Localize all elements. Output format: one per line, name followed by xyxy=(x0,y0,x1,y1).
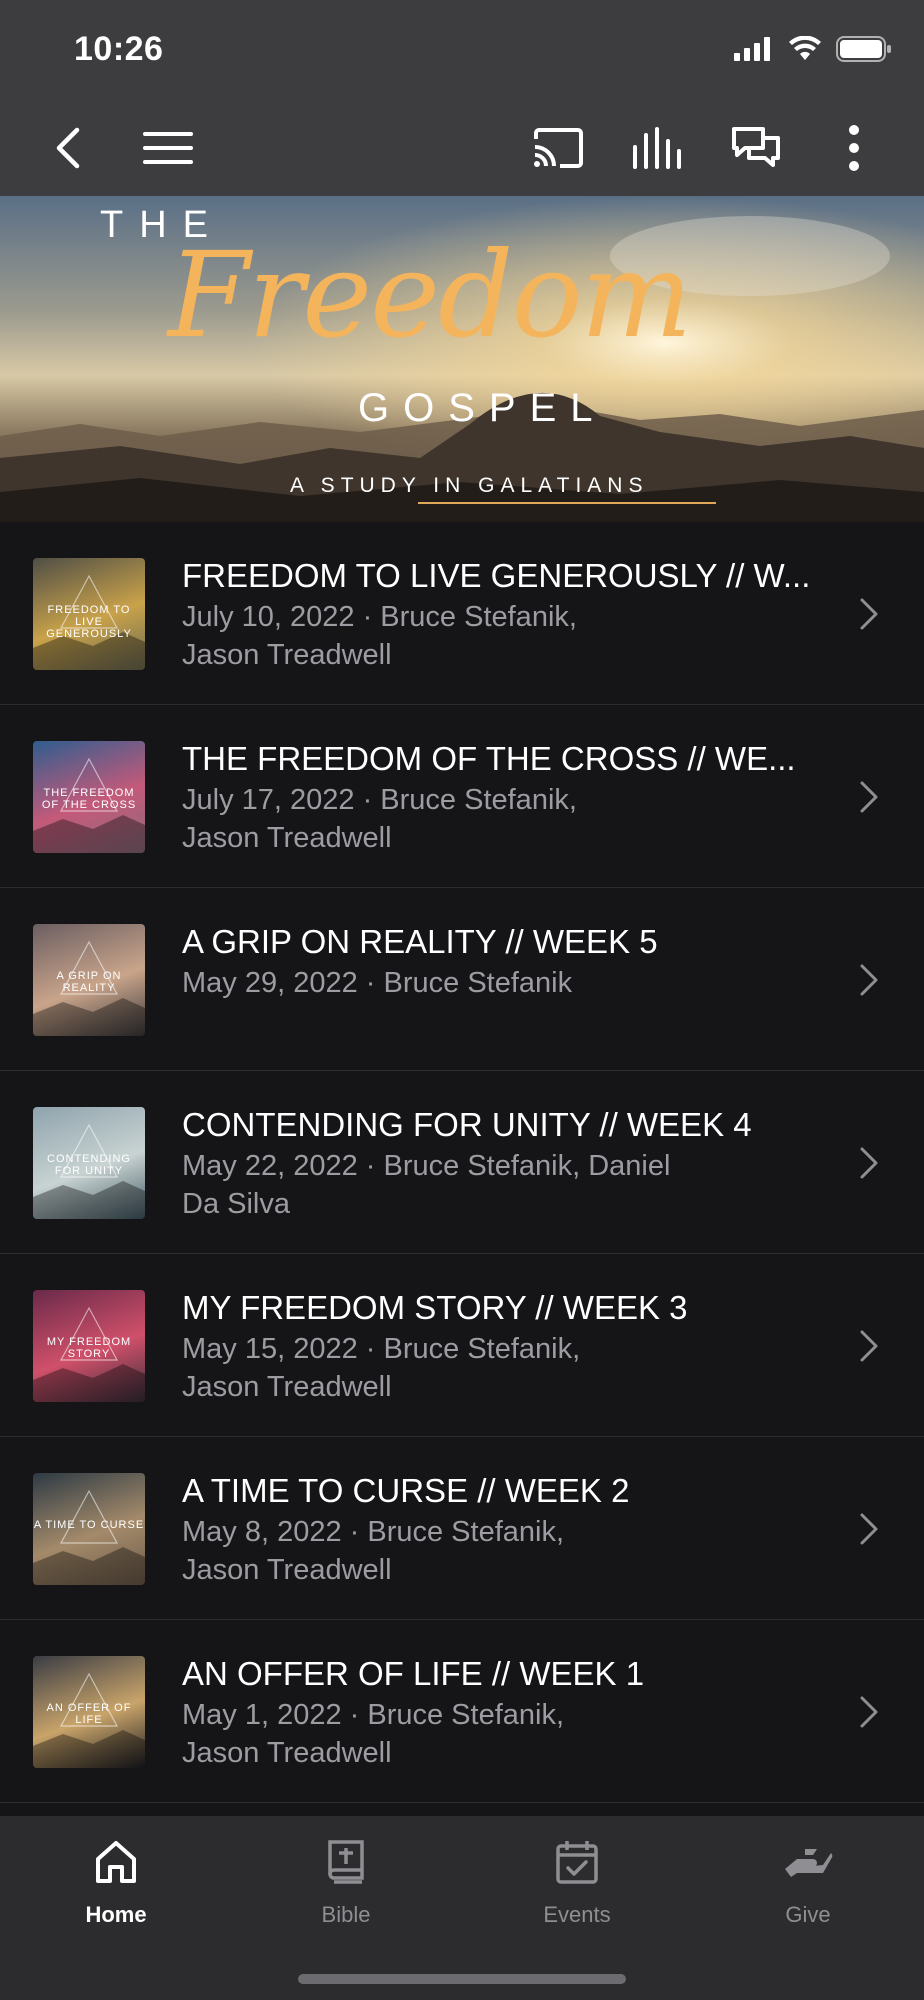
status-time: 10:26 xyxy=(74,30,164,68)
sermon-thumbnail: A TIME TO CURSE xyxy=(33,1473,145,1585)
sermon-thumbnail: CONTENDING FOR UNITY xyxy=(33,1107,145,1219)
sermon-title: A TIME TO CURSE // WEEK 2 xyxy=(182,1472,630,1509)
thumbnail-caption: MY FREEDOM STORY xyxy=(46,1336,132,1360)
sermon-meta-continued: Jason Treadwell xyxy=(182,822,392,854)
status-bar: 10:26 xyxy=(0,0,924,100)
sermon-row[interactable]: MY FREEDOM STORY MY FREEDOM STORY // WEE… xyxy=(0,1254,924,1437)
back-button[interactable] xyxy=(40,120,96,176)
sermon-meta: May 22, 2022 · Bruce Stefanik, Daniel xyxy=(182,1150,671,1182)
sermon-thumbnail: FREEDOM TO LIVE GENEROUSLY xyxy=(33,558,145,670)
thumbnail-caption: THE FREEDOM OF THE CROSS xyxy=(41,787,137,811)
chevron-right-icon xyxy=(860,598,878,630)
thumbnail-caption: CONTENDING FOR UNITY xyxy=(47,1153,131,1177)
battery-icon xyxy=(836,36,891,62)
sermon-meta-continued: Jason Treadwell xyxy=(182,1737,392,1769)
series-banner: THE Freedom GOSPEL A STUDY IN GALATIANS xyxy=(0,196,924,522)
audio-button[interactable] xyxy=(630,120,686,176)
sermon-title: A GRIP ON REALITY // WEEK 5 xyxy=(182,923,658,960)
cast-icon xyxy=(534,128,583,168)
sermon-row[interactable]: A TIME TO CURSE A TIME TO CURSE // WEEK … xyxy=(0,1437,924,1620)
chevron-right-icon xyxy=(860,1330,878,1362)
nav-bible[interactable]: Bible xyxy=(266,1832,426,1928)
thumbnail-caption: FREEDOM TO LIVE GENEROUSLY xyxy=(46,604,132,640)
bible-icon xyxy=(328,1840,364,1884)
chat-button[interactable] xyxy=(728,120,784,176)
sermon-thumbnail: THE FREEDOM OF THE CROSS xyxy=(33,741,145,853)
calendar-icon xyxy=(556,1841,598,1884)
chevron-right-icon xyxy=(860,1696,878,1728)
banner-title-gospel: GOSPEL xyxy=(358,386,607,430)
banner-subtitle: A STUDY IN GALATIANS xyxy=(290,474,649,497)
sermon-title: FREEDOM TO LIVE GENEROUSLY // W... xyxy=(182,557,811,594)
status-icons xyxy=(734,36,892,62)
sermon-meta: May 29, 2022 · Bruce Stefanik xyxy=(182,967,573,999)
sermon-meta: May 8, 2022 · Bruce Stefanik, xyxy=(182,1516,565,1548)
home-indicator xyxy=(298,1974,626,1984)
sermon-title: THE FREEDOM OF THE CROSS // WE... xyxy=(182,740,796,777)
sermon-list: FREEDOM TO LIVE GENEROUSLY FREEDOM TO LI… xyxy=(0,522,924,1803)
sermon-meta: May 15, 2022 · Bruce Stefanik, xyxy=(182,1333,581,1365)
signal-icon xyxy=(734,37,770,61)
sermon-row[interactable]: THE FREEDOM OF THE CROSS THE FREEDOM OF … xyxy=(0,705,924,888)
nav-home[interactable]: Home xyxy=(36,1832,196,1928)
back-arrow-icon xyxy=(56,127,80,169)
thumbnail-caption: AN OFFER OF LIFE xyxy=(46,1702,132,1726)
nav-give-label: Give xyxy=(785,1902,831,1927)
banner-title-freedom: Freedom xyxy=(168,226,692,364)
sermon-meta: July 10, 2022 · Bruce Stefanik, xyxy=(182,601,577,633)
sermon-thumbnail: MY FREEDOM STORY xyxy=(33,1290,145,1402)
audio-bars-icon xyxy=(633,127,681,169)
thumbnail-caption: A GRIP ON REALITY xyxy=(56,970,122,994)
nav-bible-label: Bible xyxy=(321,1902,371,1927)
sermon-row[interactable]: AN OFFER OF LIFE AN OFFER OF LIFE // WEE… xyxy=(0,1620,924,1803)
sermon-row[interactable]: CONTENDING FOR UNITY CONTENDING FOR UNIT… xyxy=(0,1071,924,1254)
hamburger-menu-icon xyxy=(143,132,193,164)
sermon-meta: July 17, 2022 · Bruce Stefanik, xyxy=(182,784,577,816)
more-vertical-icon xyxy=(849,125,859,171)
chevron-right-icon xyxy=(860,1147,878,1179)
cast-button[interactable] xyxy=(530,120,586,176)
home-icon xyxy=(96,1841,136,1883)
nav-events[interactable]: Events xyxy=(497,1832,657,1928)
nav-give[interactable]: Give xyxy=(728,1832,888,1928)
give-icon xyxy=(785,1849,833,1877)
sermon-title: AN OFFER OF LIFE // WEEK 1 xyxy=(182,1655,645,1692)
sermon-meta: May 1, 2022 · Bruce Stefanik, xyxy=(182,1699,565,1731)
sermon-row[interactable]: A GRIP ON REALITY A GRIP ON REALITY // W… xyxy=(0,888,924,1071)
sermon-thumbnail: AN OFFER OF LIFE xyxy=(33,1656,145,1768)
sermon-title: MY FREEDOM STORY // WEEK 3 xyxy=(182,1289,688,1326)
chevron-right-icon xyxy=(860,781,878,813)
more-options-button[interactable] xyxy=(826,120,882,176)
menu-button[interactable] xyxy=(140,120,196,176)
sermon-thumbnail: A GRIP ON REALITY xyxy=(33,924,145,1036)
chevron-right-icon xyxy=(860,1513,878,1545)
bottom-nav: Home Bible Events Give xyxy=(0,1816,924,2000)
thumbnail-caption: A TIME TO CURSE xyxy=(33,1519,145,1531)
chevron-right-icon xyxy=(860,964,878,996)
nav-home-label: Home xyxy=(85,1902,147,1927)
sermon-title: CONTENDING FOR UNITY // WEEK 4 xyxy=(182,1106,752,1143)
sermon-meta-continued: Jason Treadwell xyxy=(182,639,392,671)
app-bar xyxy=(0,100,924,196)
sermon-meta-continued: Jason Treadwell xyxy=(182,1371,392,1403)
banner-underline xyxy=(418,502,716,504)
wifi-icon xyxy=(789,36,821,60)
sermon-meta-continued: Jason Treadwell xyxy=(182,1554,392,1586)
nav-events-label: Events xyxy=(543,1902,611,1927)
sermon-meta-continued: Da Silva xyxy=(182,1188,290,1220)
sermon-row[interactable]: FREEDOM TO LIVE GENEROUSLY FREEDOM TO LI… xyxy=(0,522,924,705)
top-bar: 10:26 xyxy=(0,0,924,196)
chat-bubbles-icon xyxy=(732,127,780,167)
